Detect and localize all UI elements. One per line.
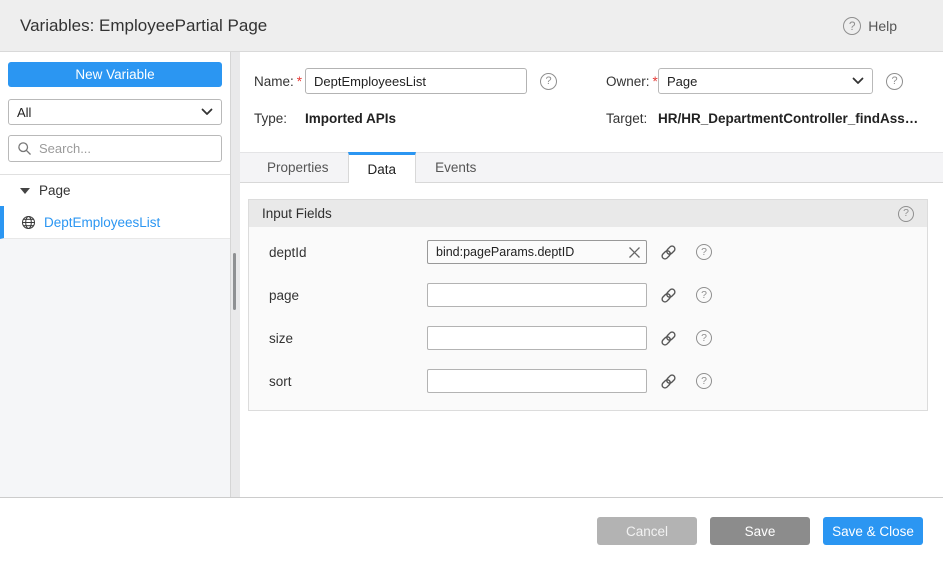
target-value: HR/HR_DepartmentController_findAss… [658, 111, 918, 126]
tree-group-label: Page [39, 183, 71, 198]
bind-property-button[interactable] [660, 244, 677, 261]
param-input-size[interactable] [427, 326, 647, 350]
link-icon [660, 330, 677, 347]
cancel-button[interactable]: Cancel [597, 517, 697, 545]
input-fields-header: Input Fields ? [249, 200, 927, 227]
param-input-wrap [427, 326, 647, 350]
dialog-footer: Cancel Save Save & Close [0, 497, 943, 563]
variables-dialog: Variables: EmployeePartial Page ? Help N… [0, 0, 943, 563]
new-variable-button[interactable]: New Variable [8, 62, 222, 87]
scrollbar-thumb[interactable] [233, 253, 236, 310]
tree-item-label: DeptEmployeesList [44, 215, 160, 230]
owner-label: Owner:* [606, 74, 658, 89]
owner-select-wrap[interactable]: Page [658, 68, 873, 94]
owner-help-icon[interactable]: ? [886, 73, 903, 90]
input-fields-help-icon[interactable]: ? [898, 206, 914, 222]
variable-tree: Page DeptEmployeesList [0, 174, 230, 497]
param-help-icon[interactable]: ? [696, 244, 712, 260]
type-label: Type: [254, 111, 305, 126]
search-box [8, 135, 222, 162]
param-row-deptid: deptId ? [269, 240, 927, 264]
search-input[interactable] [39, 141, 213, 156]
name-label: Name:* [254, 74, 305, 89]
save-and-close-button[interactable]: Save & Close [823, 517, 923, 545]
variable-filter-select[interactable]: All [8, 99, 222, 125]
variable-form: Name:* ? Owner:* Page [240, 52, 943, 126]
param-help-icon[interactable]: ? [696, 373, 712, 389]
globe-icon [21, 215, 36, 230]
sidebar-item-deptemployeeslist[interactable]: DeptEmployeesList [0, 206, 230, 239]
param-label: page [269, 288, 427, 303]
param-label: sort [269, 374, 427, 389]
form-row-2: Type: Imported APIs Target: HR/HR_Depart… [254, 111, 927, 126]
param-input-wrap [427, 283, 647, 307]
param-input-wrap [427, 240, 647, 264]
x-icon [628, 246, 641, 259]
tree-group-page[interactable]: Page [0, 175, 230, 206]
target-field: Target: HR/HR_DepartmentController_findA… [606, 111, 927, 126]
clear-value-button[interactable] [626, 244, 642, 260]
main-panel: Name:* ? Owner:* Page [240, 52, 943, 497]
tab-events[interactable]: Events [416, 153, 495, 182]
owner-select[interactable]: Page [658, 68, 873, 94]
panel-divider [230, 52, 240, 497]
link-icon [660, 287, 677, 304]
owner-field: Owner:* Page ? [606, 68, 927, 94]
filter-select[interactable]: All [8, 99, 222, 125]
bind-property-button[interactable] [660, 287, 677, 304]
param-input-page[interactable] [427, 283, 647, 307]
param-input-sort[interactable] [427, 369, 647, 393]
name-input[interactable] [305, 68, 527, 94]
help-label: Help [868, 18, 897, 34]
tab-properties[interactable]: Properties [248, 153, 348, 182]
dialog-header: Variables: EmployeePartial Page ? Help [0, 0, 943, 52]
search-icon [17, 141, 32, 156]
type-field: Type: Imported APIs [254, 111, 606, 126]
type-value: Imported APIs [305, 111, 396, 126]
tab-data[interactable]: Data [348, 152, 417, 183]
param-input-deptid[interactable] [427, 240, 647, 264]
name-help-icon[interactable]: ? [540, 73, 557, 90]
data-tab-content: Input Fields ? deptId [240, 183, 943, 497]
input-fields-section: Input Fields ? deptId [248, 199, 928, 411]
required-asterisk: * [653, 74, 658, 89]
save-button[interactable]: Save [710, 517, 810, 545]
link-icon [660, 244, 677, 261]
help-link[interactable]: ? Help [843, 17, 897, 35]
param-help-icon[interactable]: ? [696, 330, 712, 346]
help-icon: ? [843, 17, 861, 35]
param-row-sort: sort ? [269, 369, 927, 393]
sidebar: New Variable All [0, 52, 230, 497]
required-asterisk: * [297, 74, 302, 89]
section-title: Input Fields [262, 206, 898, 221]
sidebar-controls: New Variable All [0, 52, 230, 162]
target-label: Target: [606, 111, 658, 126]
param-help-icon[interactable]: ? [696, 287, 712, 303]
param-input-wrap [427, 369, 647, 393]
input-fields-body: deptId ? [249, 227, 927, 410]
param-row-page: page ? [269, 283, 927, 307]
link-icon [660, 373, 677, 390]
name-field: Name:* ? [254, 68, 606, 94]
tab-bar: Properties Data Events [240, 152, 943, 183]
param-row-size: size ? [269, 326, 927, 350]
dialog-body: New Variable All [0, 52, 943, 497]
tree-empty-area [0, 239, 230, 497]
expander-triangle-icon [20, 188, 30, 194]
bind-property-button[interactable] [660, 330, 677, 347]
param-label: size [269, 331, 427, 346]
bind-property-button[interactable] [660, 373, 677, 390]
page-title: Variables: EmployeePartial Page [20, 16, 843, 36]
form-row-1: Name:* ? Owner:* Page [254, 68, 927, 94]
param-label: deptId [269, 245, 427, 260]
